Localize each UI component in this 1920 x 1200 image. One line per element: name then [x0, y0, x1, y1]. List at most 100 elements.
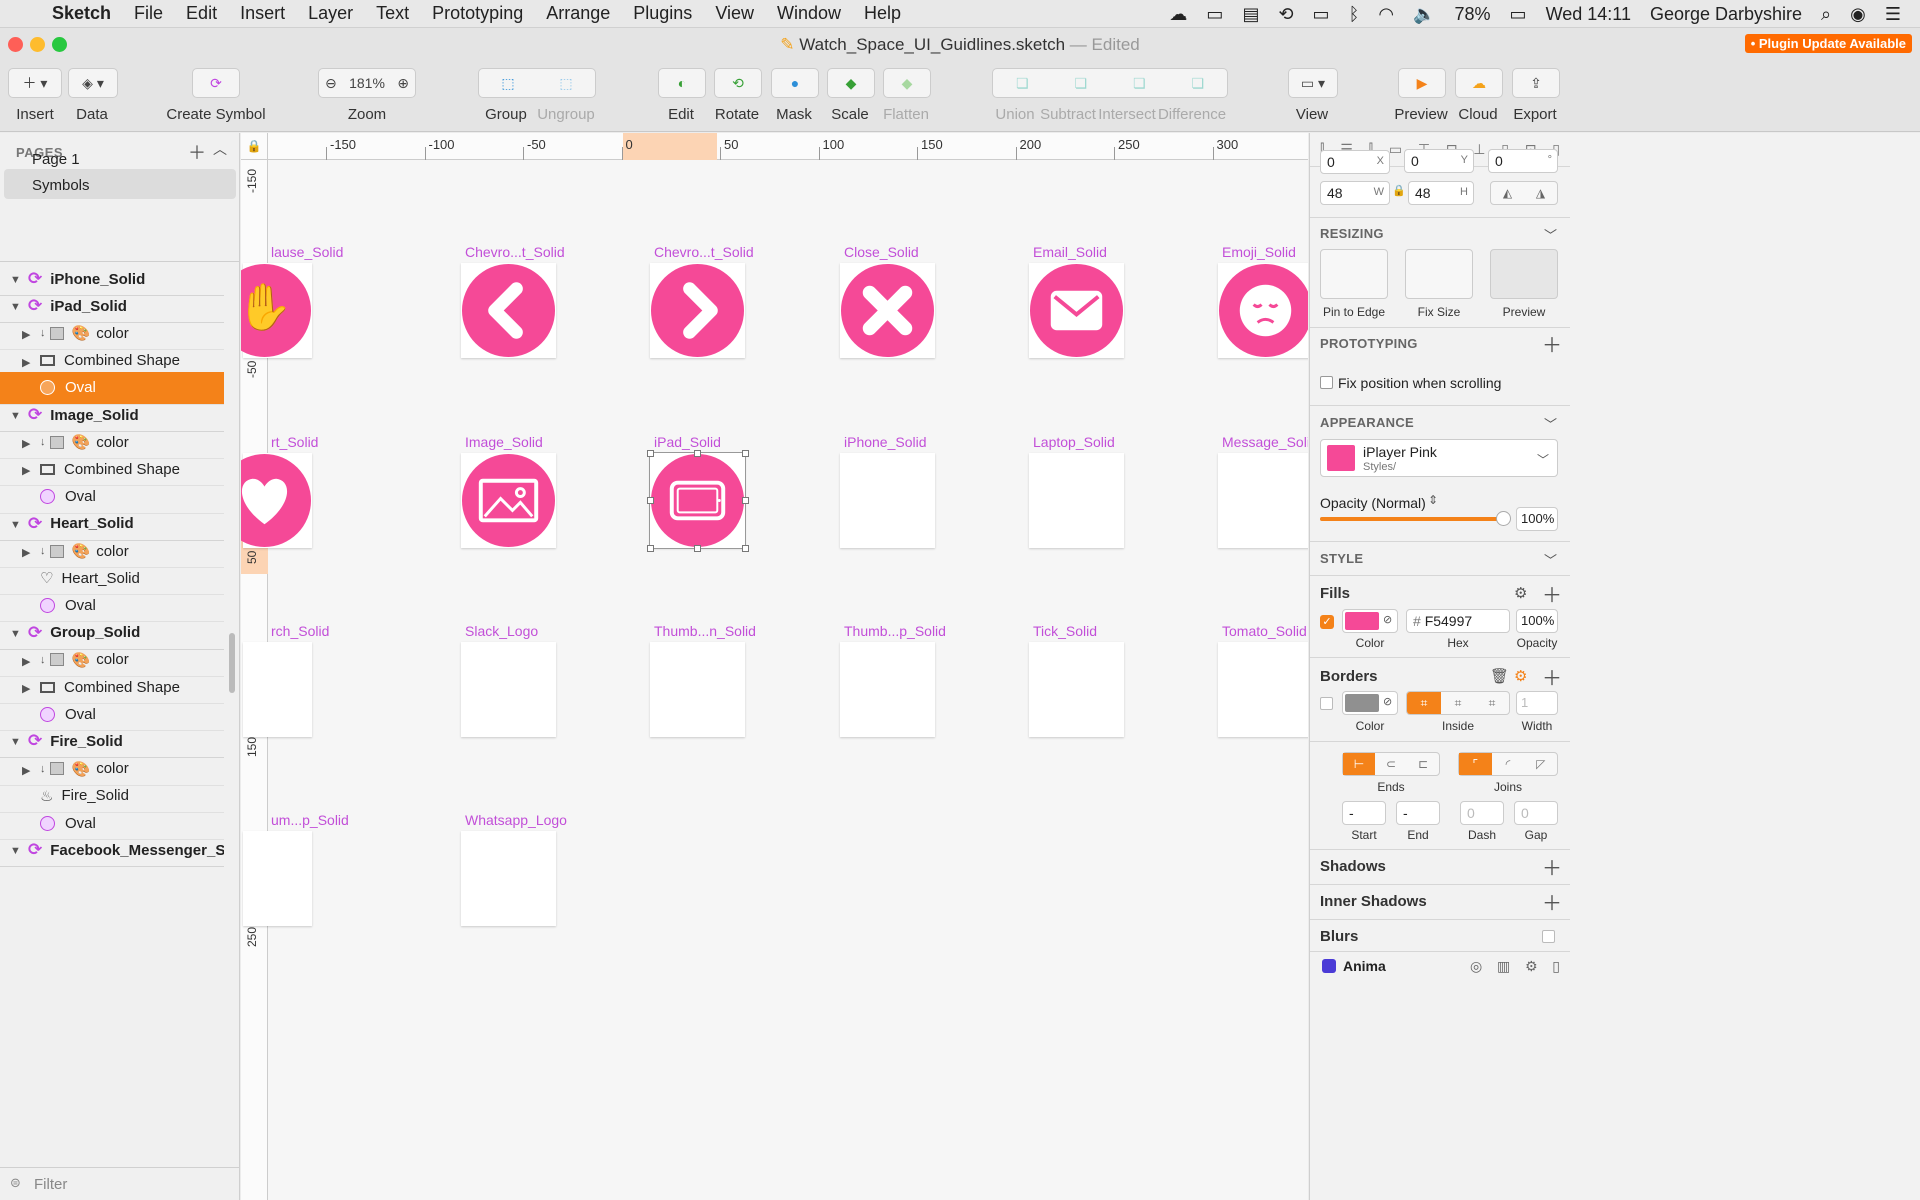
disclosure-triangle-icon[interactable]: ▶	[22, 546, 32, 559]
artboard[interactable]	[1218, 263, 1308, 358]
plugin-update-badge[interactable]: • Plugin Update Available	[1744, 34, 1912, 53]
artboard[interactable]	[1029, 263, 1124, 358]
artboard[interactable]	[461, 263, 556, 358]
artboard-label[interactable]: Whatsapp_Logo	[465, 812, 567, 828]
battery-percent[interactable]: 78%	[1455, 4, 1491, 25]
menu-edit[interactable]: Edit	[186, 3, 217, 24]
selection-handle[interactable]	[694, 545, 701, 552]
ruler-lock-icon[interactable]: 🔒	[241, 133, 268, 160]
gap-field[interactable]: 0	[1514, 801, 1558, 825]
lock-ratio-icon[interactable]: 🔒	[1392, 184, 1406, 197]
artboard-label[interactable]: Chevro...t_Solid	[654, 244, 754, 260]
artboard[interactable]	[243, 642, 312, 737]
selection-handle[interactable]	[742, 545, 749, 552]
opacity-slider-knob[interactable]	[1496, 511, 1511, 526]
style-chevron-icon[interactable]: ﹀	[1544, 550, 1557, 569]
disclosure-triangle-icon[interactable]: ▶	[22, 655, 32, 668]
artboard-label[interactable]: iPad_Solid	[654, 434, 721, 450]
end-butt-icon[interactable]: ⊢	[1343, 753, 1375, 775]
appearance-chevron-icon[interactable]: ﹀	[1544, 414, 1557, 433]
volume-icon[interactable]: 🔈	[1413, 4, 1435, 25]
artboard[interactable]	[650, 642, 745, 737]
artboard-label[interactable]: Tomato_Solid	[1222, 623, 1307, 639]
selection-handle[interactable]	[647, 450, 654, 457]
artboard-label[interactable]: Tick_Solid	[1033, 623, 1097, 639]
add-border-icon[interactable]: ＋	[1542, 662, 1562, 691]
selection-handle[interactable]	[647, 497, 654, 504]
artboard-label[interactable]: Thumb...p_Solid	[844, 623, 946, 639]
fill-color-well[interactable]: ⊘	[1342, 609, 1398, 633]
artboard[interactable]	[840, 453, 935, 548]
border-enabled-checkbox[interactable]	[1320, 697, 1333, 710]
clock[interactable]: Wed 14:11	[1546, 4, 1631, 25]
fix-size-control[interactable]	[1405, 249, 1473, 299]
intersect-icon[interactable]: ❏	[1133, 75, 1146, 92]
group-ungroup-control[interactable]: ⬚ ⬚	[478, 68, 596, 98]
selection-handle[interactable]	[694, 450, 701, 457]
disclosure-triangle-icon[interactable]: ▶	[22, 356, 32, 369]
border-inside-icon[interactable]: ⌗	[1441, 692, 1475, 714]
canvas[interactable]: -150 -100 -50 0 50 100 150 200 250 300 -150 -100 -5…	[241, 133, 1308, 1200]
artboard[interactable]	[1218, 642, 1308, 737]
disclosure-triangle-icon[interactable]: ▶	[22, 328, 32, 341]
horizontal-ruler[interactable]: -150 -100 -50 0 50 100 150 200 250 300	[268, 133, 1308, 160]
artboard-label[interactable]: Image_Solid	[465, 434, 543, 450]
line-joins-control[interactable]: ⌜ ◜ ◸	[1458, 752, 1558, 776]
end-square-icon[interactable]: ⊏	[1407, 753, 1439, 775]
artboard-label[interactable]: Close_Solid	[844, 244, 919, 260]
distribute-h-icon[interactable]: ▭	[1389, 141, 1402, 165]
menu-plugins[interactable]: Plugins	[633, 3, 692, 24]
artboard[interactable]	[647, 450, 749, 552]
difference-icon[interactable]: ❏	[1191, 75, 1204, 92]
zoom-out-icon[interactable]: ⊖	[325, 75, 337, 92]
add-inner-shadow-icon[interactable]: ＋	[1542, 887, 1562, 916]
create-symbol-button[interactable]: ⟳	[192, 68, 240, 98]
resizing-chevron-icon[interactable]: ﹀	[1544, 225, 1557, 244]
artboard-label[interactable]: Emoji_Solid	[1222, 244, 1296, 260]
menu-layer[interactable]: Layer	[308, 3, 353, 24]
page-item-symbols[interactable]: Symbols	[4, 169, 236, 199]
artboard[interactable]	[461, 642, 556, 737]
artboard-label[interactable]: um...p_Solid	[271, 812, 349, 828]
export-button[interactable]: ⇪	[1512, 68, 1560, 98]
menu-prototyping[interactable]: Prototyping	[432, 3, 523, 24]
menu-window[interactable]: Window	[777, 3, 841, 24]
x-field[interactable]: 0X	[1320, 150, 1390, 174]
artboard[interactable]	[243, 831, 312, 926]
layers-scrollbar[interactable]	[229, 633, 235, 693]
disclosure-triangle-icon[interactable]: ▼	[10, 845, 21, 857]
user-name[interactable]: George Darbyshire	[1650, 4, 1802, 25]
airplay-icon[interactable]: ▭	[1313, 4, 1330, 25]
artboard-label[interactable]: Message_Solid	[1222, 434, 1308, 450]
scale-button[interactable]: ◆	[827, 68, 875, 98]
group-icon[interactable]: ⬚	[501, 75, 514, 92]
zoom-control[interactable]: ⊖ 181% ⊕	[318, 68, 416, 98]
artboard-label[interactable]: lause_Solid	[271, 244, 343, 260]
join-miter-icon[interactable]: ⌜	[1459, 753, 1492, 775]
menu-help[interactable]: Help	[864, 3, 901, 24]
fix-position-checkbox[interactable]	[1320, 376, 1333, 389]
disclosure-triangle-icon[interactable]: ▶	[22, 682, 32, 695]
ungroup-icon[interactable]: ⬚	[559, 75, 572, 92]
disclosure-triangle-icon[interactable]: ▶	[22, 764, 32, 777]
artboard-label[interactable]: Chevro...t_Solid	[465, 244, 565, 260]
artboard[interactable]	[1218, 453, 1308, 548]
blend-mode-stepper-icon[interactable]: ⇕	[1428, 493, 1438, 507]
add-prototyping-icon[interactable]: ＋	[1542, 329, 1562, 358]
anima-layout-icon[interactable]: ▥	[1497, 958, 1510, 975]
artboard[interactable]: ✋	[241, 263, 312, 358]
union-icon[interactable]: ❏	[1016, 75, 1029, 92]
fill-settings-icon[interactable]: ⚙	[1514, 584, 1527, 602]
time-machine-icon[interactable]: ⟲	[1278, 4, 1293, 25]
artboard[interactable]	[650, 263, 745, 358]
pin-to-edge-control[interactable]	[1320, 249, 1388, 299]
artboard-label[interactable]: rch_Solid	[271, 623, 329, 639]
artboard-label[interactable]: Slack_Logo	[465, 623, 538, 639]
disclosure-triangle-icon[interactable]: ▶	[22, 437, 32, 450]
menu-view[interactable]: View	[715, 3, 754, 24]
menu-insert[interactable]: Insert	[240, 3, 285, 24]
delete-border-icon[interactable]: 🗑	[1490, 667, 1509, 685]
flatten-button[interactable]: ◆	[883, 68, 931, 98]
disclosure-triangle-icon[interactable]: ▼	[10, 736, 21, 748]
y-field[interactable]: 0Y	[1404, 149, 1474, 173]
